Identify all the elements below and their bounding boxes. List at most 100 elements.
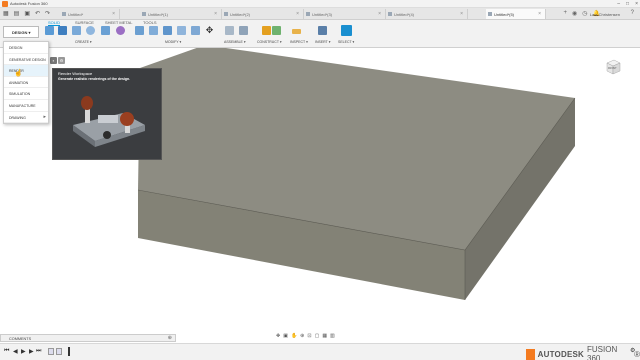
inspect-menu[interactable]: INSPECT ▾ (290, 40, 308, 44)
maximize-icon[interactable]: □ (626, 1, 629, 7)
comments-panel[interactable]: COMMENTS ⊕ (0, 334, 176, 342)
workspace-menu-pin-controls: ▪ ⚙ (50, 57, 65, 64)
redo-icon[interactable]: ↷ (45, 10, 50, 17)
view-cube[interactable]: FRONT (604, 58, 622, 76)
pan-icon[interactable]: ✋ (291, 333, 297, 341)
chamfer-icon[interactable] (163, 26, 172, 35)
extrude-icon[interactable] (72, 26, 81, 35)
tab-surface[interactable]: SURFACE (75, 20, 94, 25)
tab-close-icon[interactable]: × (538, 11, 541, 17)
select-menu[interactable]: SELECT ▾ (338, 40, 354, 44)
tab-close-icon[interactable]: × (460, 11, 463, 17)
viewports-icon[interactable]: ▥ (330, 333, 335, 341)
workspace-item-drawing[interactable]: DRAWING ▸ (4, 112, 48, 124)
tab-close-icon[interactable]: × (296, 11, 299, 17)
workspace-item-manufacture[interactable]: MANUFACTURE (4, 100, 48, 112)
go-to-end-icon[interactable]: ⏭ (36, 348, 41, 355)
tab-close-icon[interactable]: × (378, 11, 381, 17)
autodesk-fusion-branding: AUTODESK FUSION 360 ® (526, 345, 640, 360)
revolve-icon[interactable] (86, 26, 95, 35)
plane-at-angle-icon[interactable] (272, 26, 281, 35)
assemble-menu[interactable]: ASSEMBLE ▾ (224, 40, 246, 44)
pin-icon[interactable]: ▪ (50, 57, 57, 64)
tab-untitled-2[interactable]: Untitled*(2) × (222, 9, 304, 19)
help-icon[interactable]: ? (631, 10, 634, 16)
fit-icon[interactable]: ⊡ (307, 333, 311, 341)
file-icon[interactable]: ▤ (14, 10, 20, 17)
tab-sheet-metal[interactable]: SHEET METAL (105, 20, 132, 25)
tab-label: Untitled*(3) (312, 12, 333, 17)
tab-tools[interactable]: TOOLS (143, 20, 157, 25)
insert-image-icon[interactable] (318, 26, 327, 35)
tab-untitled-4[interactable]: Untitled*(4) × (386, 9, 468, 19)
grid-menu-icon[interactable]: ▦ (3, 10, 9, 17)
design-doc-icon (306, 12, 310, 16)
title-bar: Autodesk Fusion 360 – □ × (0, 0, 640, 8)
navigation-bar: ✥ ▣ ✋ ⊕ ⊡ ▢ ▦ ▥ (276, 333, 335, 341)
extensions-icon[interactable]: ◉ (572, 10, 577, 17)
workspace-switcher-button[interactable]: DESIGN ▾ (3, 26, 39, 38)
timeline-marker[interactable] (68, 347, 70, 356)
tab-label: Untitled* (68, 12, 84, 17)
look-at-icon[interactable]: ▣ (283, 333, 288, 341)
tab-close-icon[interactable]: × (214, 11, 217, 17)
shell-icon[interactable] (177, 26, 186, 35)
new-tab-icon[interactable]: + (564, 10, 568, 17)
move-copy-icon[interactable]: ✥ (205, 26, 214, 35)
tab-untitled-5[interactable]: Untitled*(5) × (486, 9, 546, 19)
workspace-item-animation[interactable]: ANIMATION (4, 77, 48, 89)
tab-close-icon[interactable]: × (112, 11, 115, 17)
workspace-item-generative-design[interactable]: GENERATIVE DESIGN (4, 54, 48, 66)
timeline-sketch-icon[interactable] (48, 348, 54, 355)
step-back-icon[interactable]: ◀ (13, 348, 18, 355)
modify-menu[interactable]: MODIFY ▾ (165, 40, 181, 44)
new-component-assemble-icon[interactable] (225, 26, 234, 35)
combine-icon[interactable] (191, 26, 200, 35)
chevron-down-icon: ▾ (28, 30, 31, 35)
grid-settings-icon[interactable]: ▦ (322, 333, 327, 341)
design-doc-icon (62, 12, 66, 16)
tab-untitled-1[interactable]: Untitled*(1) × (140, 9, 222, 19)
workspace-item-render[interactable]: RENDER (4, 65, 48, 77)
measure-icon[interactable] (292, 29, 301, 34)
user-account-name[interactable]: Lars Christensen (590, 12, 620, 17)
tab-label: Untitled*(4) (394, 12, 415, 17)
pattern-icon[interactable] (101, 26, 110, 35)
zoom-icon[interactable]: ⊕ (300, 333, 304, 341)
play-icon[interactable]: ▶ (21, 348, 26, 355)
select-icon[interactable] (341, 25, 352, 36)
job-status-icon[interactable]: ◷ (582, 10, 587, 17)
form-icon[interactable] (116, 26, 125, 35)
mouse-pointer-icon: ☝ (14, 70, 23, 77)
tab-untitled-3[interactable]: Untitled*(3) × (304, 9, 386, 19)
orbit-icon[interactable]: ✥ (276, 333, 280, 341)
new-component-icon[interactable] (45, 26, 54, 35)
add-comment-icon[interactable]: ⊕ (168, 335, 172, 341)
create-menu[interactable]: CREATE ▾ (75, 40, 92, 44)
save-icon[interactable]: ▣ (24, 10, 30, 17)
construct-menu[interactable]: CONSTRUCT ▾ (257, 40, 282, 44)
undo-icon[interactable]: ↶ (35, 10, 40, 17)
create-sketch-icon[interactable] (58, 26, 67, 35)
go-to-start-icon[interactable]: ⏮ (4, 348, 9, 355)
tab-label: Untitled*(1) (148, 12, 169, 17)
insert-menu[interactable]: INSERT ▾ (315, 40, 330, 44)
design-doc-icon (488, 12, 492, 16)
offset-plane-icon[interactable] (262, 26, 271, 35)
tab-untitled[interactable]: Untitled* × (60, 9, 120, 19)
timeline-extrude-icon[interactable] (56, 348, 62, 355)
tooltip-title: Render Workspace (58, 71, 93, 76)
render-preview-image (73, 96, 145, 147)
joint-icon[interactable] (239, 26, 248, 35)
press-pull-icon[interactable] (135, 26, 144, 35)
step-forward-icon[interactable]: ▶ (29, 348, 34, 355)
brand-version-mark: ® (634, 349, 640, 359)
workspace-item-design[interactable]: DESIGN (4, 42, 48, 54)
settings-icon[interactable]: ⚙ (58, 57, 65, 64)
fillet-icon[interactable] (149, 26, 158, 35)
display-settings-icon[interactable]: ▢ (315, 333, 320, 341)
workspace-item-simulation[interactable]: SIMULATION (4, 88, 48, 100)
close-icon[interactable]: × (635, 1, 638, 7)
main-toolbar: DESIGN ▾ SOLID SURFACE SHEET METAL TOOLS… (0, 20, 640, 48)
minimize-icon[interactable]: – (617, 1, 620, 7)
